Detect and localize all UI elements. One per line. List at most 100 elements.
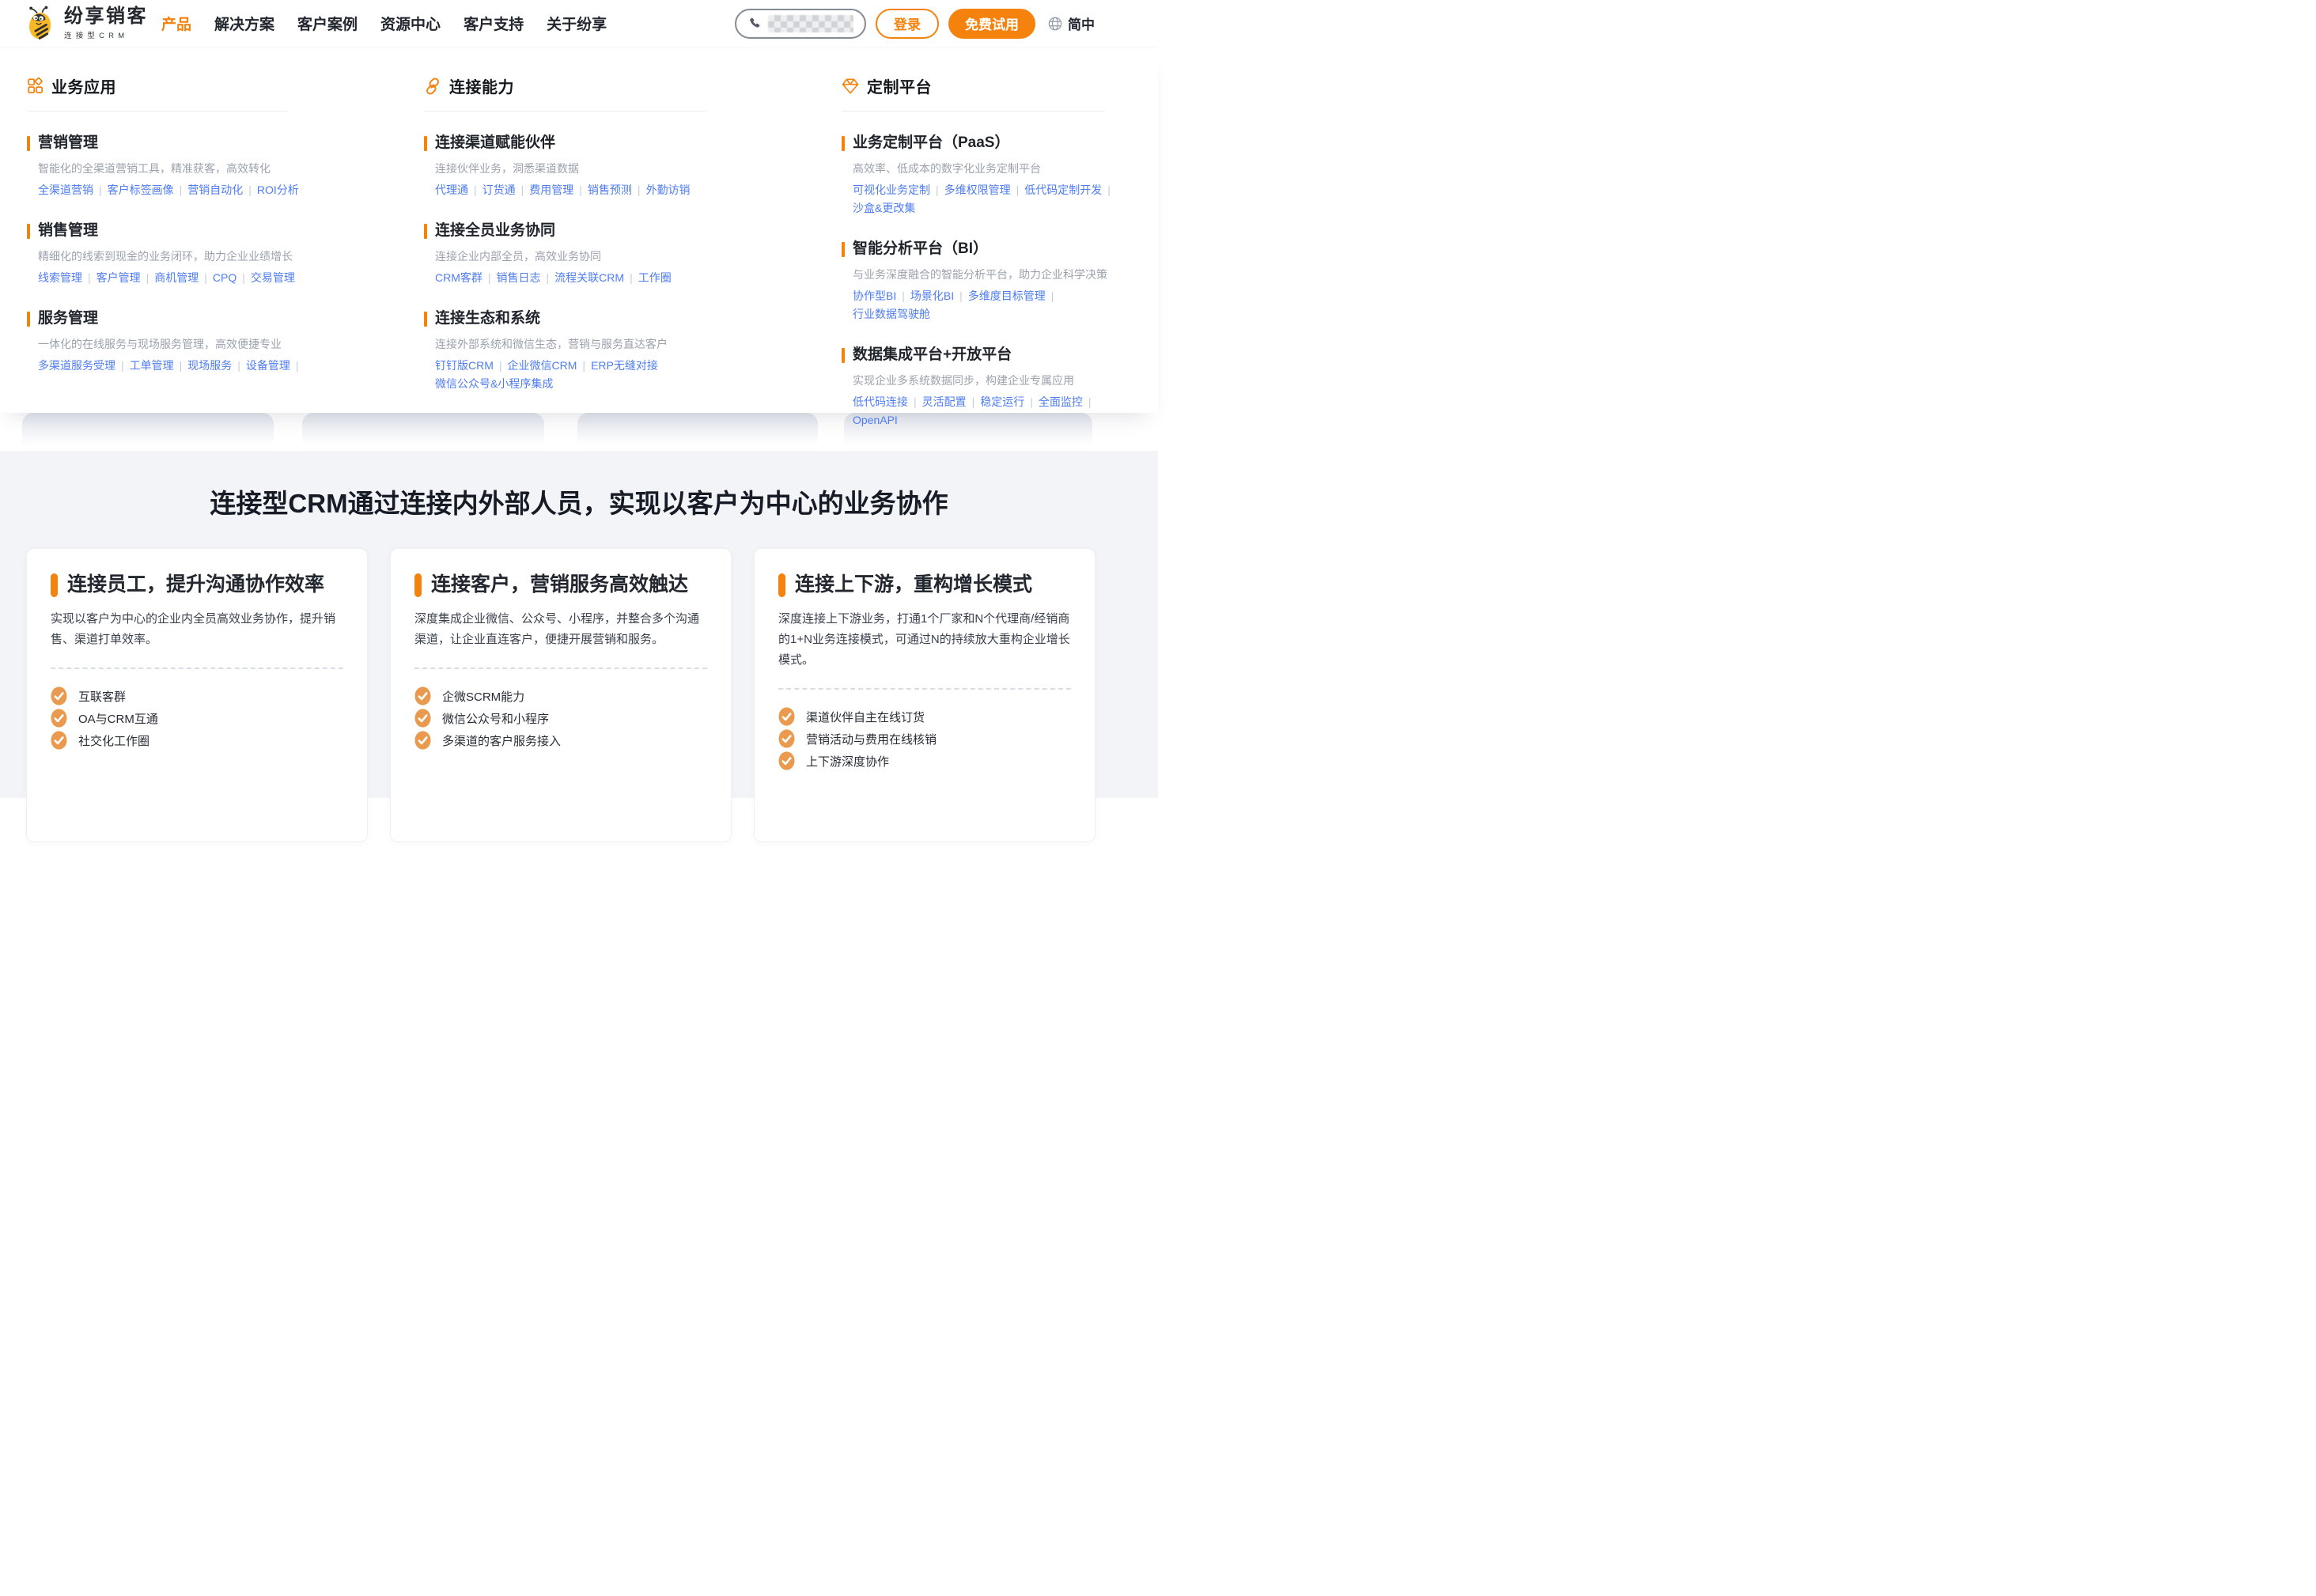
menu-link[interactable]: 现场服务	[187, 359, 232, 372]
logo-subtitle: 连接型CRM	[64, 29, 148, 40]
login-button[interactable]: 登录	[876, 9, 939, 39]
section-marker	[424, 312, 427, 327]
feature-card: 连接员工，提升沟通协作效率 实现以客户为中心的企业内全员高效业务协作，提升销售、…	[26, 548, 368, 842]
menu-link[interactable]: 可视化业务定制	[853, 183, 930, 196]
menu-section-title[interactable]: 营销管理	[27, 133, 288, 153]
menu-link[interactable]: 工作圈	[638, 271, 672, 284]
section-marker	[842, 136, 845, 151]
globe-icon	[1047, 16, 1063, 32]
menu-section-links: 线索管理|客户管理|商机管理|CPQ|交易管理	[38, 269, 288, 287]
menu-link[interactable]: 多维度目标管理	[968, 289, 1046, 302]
phone-pill[interactable]	[735, 9, 866, 39]
nav-item-support[interactable]: 客户支持	[464, 13, 524, 34]
menu-link[interactable]: 行业数据驾驶舱	[853, 308, 930, 320]
menu-section-title[interactable]: 连接渠道赋能伙伴	[424, 133, 706, 153]
menu-section-links: CRM客群|销售日志|流程关联CRM|工作圈	[435, 269, 706, 287]
menu-section-desc: 实现企业多系统数据同步，构建企业专属应用	[853, 373, 1104, 388]
menu-link[interactable]: 企业微信CRM	[508, 359, 577, 372]
menu-link[interactable]: ERP无缝对接	[591, 359, 658, 372]
menu-link[interactable]: 钉钉版CRM	[435, 359, 494, 372]
menu-link[interactable]: 协作型BI	[853, 289, 896, 302]
menu-link-line: 可视化业务定制|多维权限管理|低代码定制开发|	[853, 181, 1104, 199]
menu-link[interactable]: 多维权限管理	[944, 183, 1011, 196]
menu-link[interactable]: 外勤访销	[646, 183, 691, 196]
nav-item-resources[interactable]: 资源中心	[380, 13, 441, 34]
link-separator: |	[180, 359, 183, 372]
nav-item-products[interactable]: 产品	[161, 13, 191, 34]
bee-logo-icon	[24, 6, 57, 42]
menu-link[interactable]: 交易管理	[251, 271, 295, 284]
menu-link[interactable]: 流程关联CRM	[554, 271, 624, 284]
column-divider	[424, 111, 706, 112]
link-separator: |	[88, 271, 91, 284]
link-separator: |	[296, 359, 299, 372]
link-separator: |	[121, 359, 124, 372]
menu-link[interactable]: 工单管理	[130, 359, 174, 372]
link-separator: |	[547, 271, 550, 284]
menu-link[interactable]: 多渠道服务受理	[38, 359, 115, 372]
menu-link[interactable]: CRM客群	[435, 271, 482, 284]
menu-section-title[interactable]: 服务管理	[27, 308, 288, 329]
menu-link[interactable]: 营销自动化	[187, 183, 243, 196]
logo[interactable]: 纷享销客 连接型CRM	[24, 6, 148, 42]
menu-link[interactable]: 客户管理	[96, 271, 141, 284]
menu-link[interactable]: CPQ	[213, 271, 237, 284]
menu-section-title[interactable]: 智能分析平台（BI）	[842, 239, 1104, 259]
menu-section-title[interactable]: 业务定制平台（PaaS）	[842, 133, 1104, 153]
menu-link[interactable]: 商机管理	[154, 271, 199, 284]
menu-link[interactable]: 灵活配置	[922, 395, 967, 408]
menu-link[interactable]: 稳定运行	[980, 395, 1024, 408]
menu-link[interactable]: OpenAPI	[853, 414, 898, 426]
menu-link[interactable]: 场景化BI	[910, 289, 954, 302]
menu-link[interactable]: 设备管理	[246, 359, 290, 372]
menu-section-desc: 高效率、低成本的数字化业务定制平台	[853, 161, 1104, 176]
link-separator: |	[242, 271, 245, 284]
free-trial-button[interactable]: 免费试用	[948, 9, 1035, 39]
menu-link[interactable]: 费用管理	[529, 183, 573, 196]
link-separator: |	[488, 271, 491, 284]
feature-item: 社交化工作圈	[51, 729, 343, 751]
menu-link-line: 多渠道服务受理|工单管理|现场服务|设备管理|	[38, 357, 288, 375]
language-label: 简中	[1068, 13, 1095, 33]
menu-section-title[interactable]: 销售管理	[27, 221, 288, 241]
menu-section-title[interactable]: 连接生态和系统	[424, 308, 706, 329]
nav-item-solutions[interactable]: 解决方案	[214, 13, 274, 34]
menu-section-desc: 连接外部系统和微信生态，营销与服务直达客户	[435, 336, 706, 352]
feature-cards-row: 连接员工，提升沟通协作效率 实现以客户为中心的企业内全员高效业务协作，提升销售、…	[26, 548, 1096, 842]
menu-link[interactable]: 销售日志	[497, 271, 541, 284]
card-title: 连接客户，营销服务高效触达	[414, 571, 707, 598]
menu-link[interactable]: 线索管理	[38, 271, 82, 284]
check-icon	[414, 709, 431, 728]
menu-link[interactable]: 销售预测	[588, 183, 632, 196]
menu-link[interactable]: 客户标签画像	[108, 183, 174, 196]
link-separator: |	[180, 183, 183, 196]
menu-link[interactable]: 全面监控	[1039, 395, 1083, 408]
nav-item-cases[interactable]: 客户案例	[297, 13, 358, 34]
menu-link[interactable]: 微信公众号&小程序集成	[435, 377, 553, 390]
menu-section-title[interactable]: 数据集成平台+开放平台	[842, 345, 1104, 365]
nav-item-about[interactable]: 关于纷享	[547, 13, 607, 34]
menu-column-connect-capabilities: 连接能力 连接渠道赋能伙伴 连接伙伴业务，洞悉渠道数据 代理通|订货通|费用管理…	[424, 47, 706, 414]
link-separator: |	[1016, 183, 1020, 196]
column-divider	[27, 111, 288, 112]
menu-link[interactable]: 订货通	[482, 183, 516, 196]
menu-link[interactable]: 低代码连接	[853, 395, 908, 408]
card-title: 连接上下游，重构增长模式	[778, 571, 1071, 598]
language-switcher[interactable]: 简中	[1047, 13, 1095, 33]
menu-link[interactable]: 全渠道营销	[38, 183, 93, 196]
menu-link[interactable]: 低代码定制开发	[1024, 183, 1102, 196]
column-sections: 连接渠道赋能伙伴 连接伙伴业务，洞悉渠道数据 代理通|订货通|费用管理|销售预测…	[424, 133, 706, 393]
grid-icon	[27, 78, 44, 94]
diamond-icon	[842, 78, 859, 94]
background-card-preview	[302, 413, 544, 451]
menu-link-line: OpenAPI	[853, 411, 1104, 429]
link-separator: |	[99, 183, 102, 196]
menu-link[interactable]: 代理通	[435, 183, 468, 196]
hero-section: 连接型CRM通过连接内外部人员，实现以客户为中心的业务协作 连接员工，提升沟通协…	[0, 451, 1158, 798]
menu-section: 智能分析平台（BI） 与业务深度融合的智能分析平台，助力企业科学决策 协作型BI…	[842, 239, 1104, 323]
menu-link[interactable]: 沙盒&更改集	[853, 202, 915, 214]
check-icon	[51, 686, 67, 705]
menu-link[interactable]: ROI分析	[257, 183, 299, 196]
menu-section-title[interactable]: 连接全员业务协同	[424, 221, 706, 241]
link-separator: |	[902, 289, 905, 302]
